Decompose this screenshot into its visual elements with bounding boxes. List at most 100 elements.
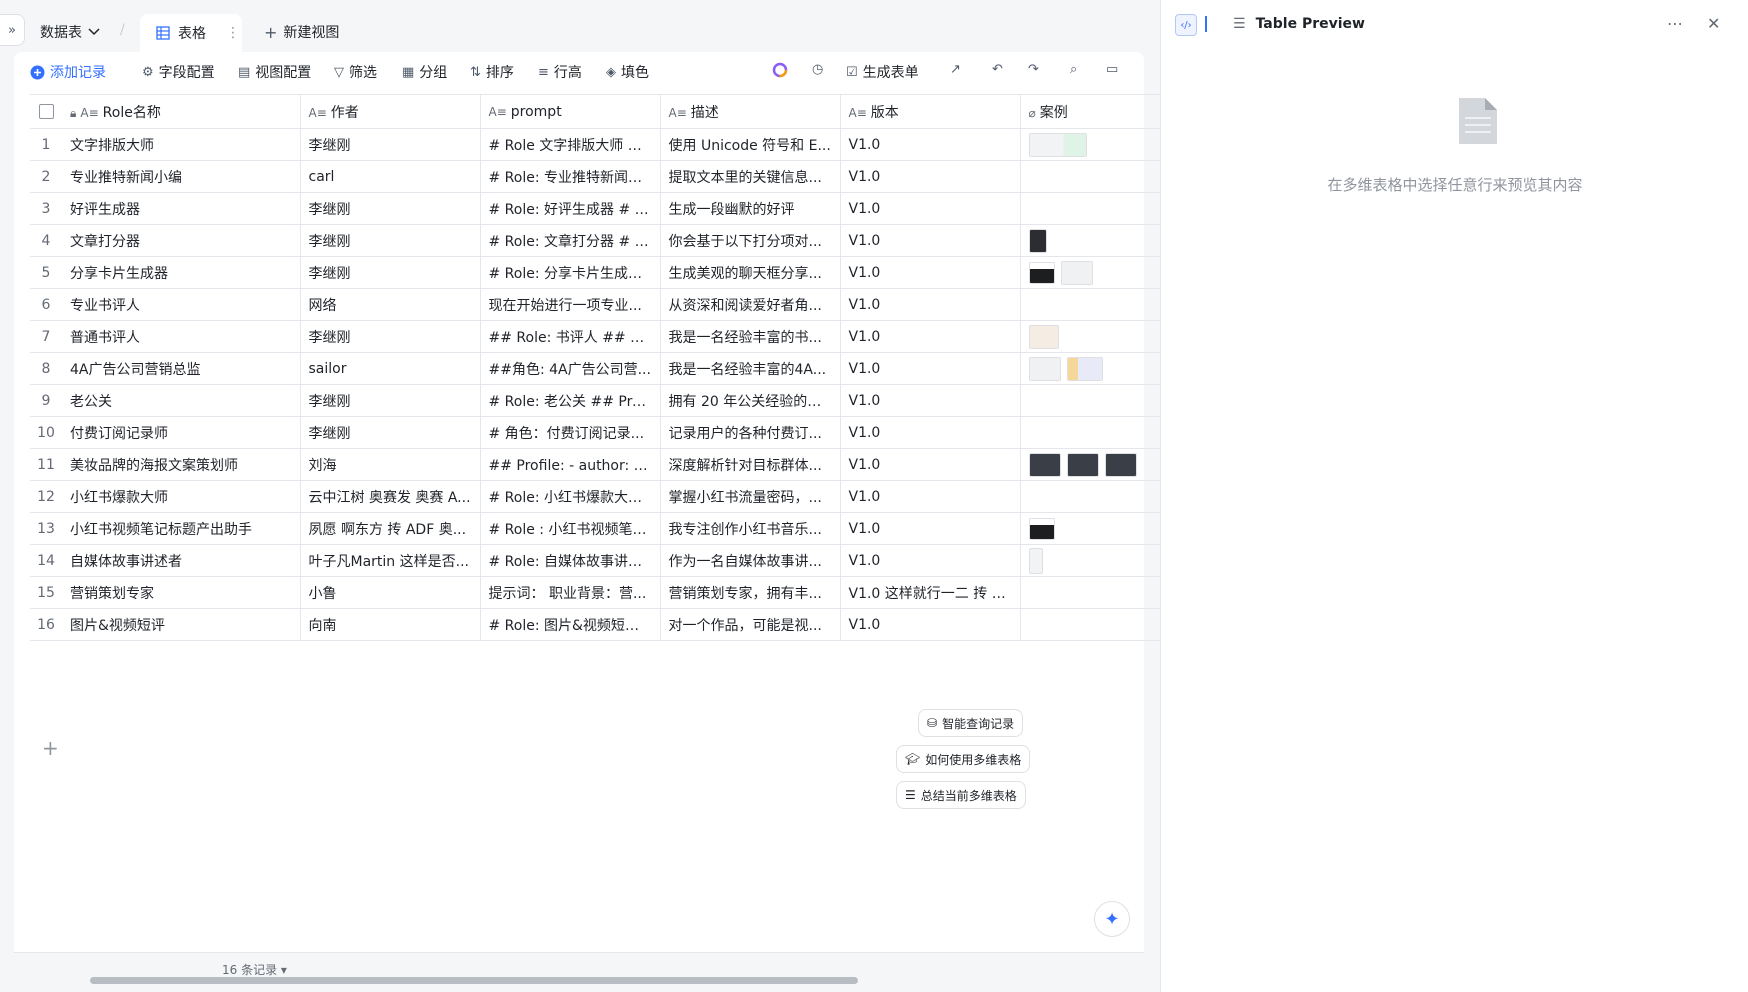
examples-cell[interactable] bbox=[1020, 480, 1160, 513]
examples-cell[interactable] bbox=[1020, 448, 1160, 481]
description-cell[interactable]: 生成一段幽默的好评 bbox=[660, 192, 841, 225]
image-thumbnail[interactable] bbox=[1028, 261, 1055, 284]
table-row[interactable]: 3 好评生成器 李继刚 # Role: 好评生成器 # P... 生成一段幽默的好评 V1… bbox=[30, 192, 1160, 225]
table-row[interactable]: 14 自媒体故事讲述者 叶子凡Martin 这样是否... # Role: 自媒体故事… bbox=[30, 544, 1160, 577]
version-cell[interactable]: V1.0 bbox=[840, 512, 1021, 545]
table-row[interactable]: 11 美妆品牌的海报文案策划师 刘海 ## Profile: - author: 刘.… bbox=[30, 448, 1160, 481]
list-collapse-icon[interactable]: ☰ bbox=[1233, 16, 1246, 32]
author-cell[interactable]: 李继刚 bbox=[300, 224, 481, 257]
prompt-cell[interactable]: # Role: 专业推特新闻小... bbox=[480, 160, 661, 193]
examples-cell[interactable] bbox=[1020, 576, 1160, 609]
version-cell[interactable]: V1.0 bbox=[840, 320, 1021, 353]
version-cell[interactable]: V1.0 bbox=[840, 288, 1021, 321]
author-cell[interactable]: 叶子凡Martin 这样是否... bbox=[300, 544, 481, 577]
datasheet-dropdown[interactable]: 数据表 bbox=[40, 22, 100, 42]
expand-sidebar-button[interactable]: » bbox=[0, 14, 25, 46]
examples-cell[interactable] bbox=[1020, 416, 1160, 449]
row-number[interactable]: 3 bbox=[30, 192, 62, 225]
image-thumbnail[interactable] bbox=[1028, 228, 1047, 253]
close-icon[interactable]: ✕ bbox=[1707, 14, 1720, 33]
examples-cell[interactable] bbox=[1020, 192, 1160, 225]
description-cell[interactable]: 营销策划专家，拥有丰... bbox=[660, 576, 841, 609]
generate-form-button[interactable]: ☑ 生成表单 bbox=[846, 62, 919, 82]
smart-query-button[interactable]: ⛁ 智能查询记录 bbox=[918, 709, 1024, 737]
author-cell[interactable]: 李继刚 bbox=[300, 192, 481, 225]
column-header-description[interactable]: A≡ 描述 bbox=[660, 94, 841, 129]
redo-button[interactable]: ↷ bbox=[1028, 62, 1039, 77]
role-name-cell[interactable]: 文章打分器 bbox=[62, 224, 301, 257]
table-row[interactable]: 10 付费订阅记录师 李继刚 # 角色：付费订阅记录... 记录用户的各种付费订... V… bbox=[30, 416, 1160, 449]
code-embed-icon[interactable]: ‹/› bbox=[1175, 14, 1197, 36]
role-name-cell[interactable]: 专业书评人 bbox=[62, 288, 301, 321]
row-height-button[interactable]: ≡ 行高 bbox=[538, 62, 582, 82]
role-name-cell[interactable]: 美妆品牌的海报文案策划师 bbox=[62, 448, 301, 481]
group-button[interactable]: ▦ 分组 bbox=[402, 62, 447, 82]
row-number[interactable]: 13 bbox=[30, 512, 62, 545]
row-number[interactable]: 6 bbox=[30, 288, 62, 321]
fill-color-button[interactable]: ◈ 填色 bbox=[606, 62, 649, 82]
column-header-prompt[interactable]: A≡ prompt bbox=[480, 94, 661, 129]
row-number[interactable]: 4 bbox=[30, 224, 62, 257]
version-cell[interactable]: V1.0 这样就行一二 抟 抟... bbox=[840, 576, 1021, 609]
filter-button[interactable]: ▽ 筛选 bbox=[334, 62, 377, 82]
table-row[interactable]: 15 营销策划专家 小鲁 提示词： 职业背景：营... 营销策划专家，拥有丰... V1.… bbox=[30, 576, 1160, 609]
examples-cell[interactable] bbox=[1020, 224, 1160, 257]
version-cell[interactable]: V1.0 bbox=[840, 416, 1021, 449]
description-cell[interactable]: 从资深和阅读爱好者角... bbox=[660, 288, 841, 321]
prompt-cell[interactable]: # Role: 图片&视频短评 ... bbox=[480, 608, 661, 641]
table-row[interactable]: 2 专业推特新闻小编 carl # Role: 专业推特新闻小... 提取文本里的关键信… bbox=[30, 160, 1160, 193]
version-cell[interactable]: V1.0 bbox=[840, 480, 1021, 513]
description-cell[interactable]: 使用 Unicode 符号和 E... bbox=[660, 128, 841, 161]
image-thumbnail[interactable] bbox=[1028, 356, 1061, 381]
prompt-cell[interactable]: # Role : 小红书视频笔记... bbox=[480, 512, 661, 545]
summarize-button[interactable]: ☰ 总结当前多维表格 bbox=[896, 781, 1026, 809]
image-thumbnail[interactable] bbox=[1066, 452, 1099, 477]
version-cell[interactable]: V1.0 bbox=[840, 608, 1021, 641]
author-cell[interactable]: 小鲁 bbox=[300, 576, 481, 609]
table-row[interactable]: 12 小红书爆款大师 云中江树 奥赛发 奥赛 A... # Role: 小红书爆款大师… bbox=[30, 480, 1160, 513]
description-cell[interactable]: 提取文本里的关键信息... bbox=[660, 160, 841, 193]
prompt-cell[interactable]: # Role: 自媒体故事讲述... bbox=[480, 544, 661, 577]
row-number[interactable]: 14 bbox=[30, 544, 62, 577]
role-name-cell[interactable]: 图片&视频短评 bbox=[62, 608, 301, 641]
version-cell[interactable]: V1.0 bbox=[840, 160, 1021, 193]
how-to-use-button[interactable]: 🎓︎ 如何使用多维表格 bbox=[896, 745, 1031, 773]
role-name-cell[interactable]: 4A广告公司营销总监 bbox=[62, 352, 301, 385]
role-name-cell[interactable]: 小红书爆款大师 bbox=[62, 480, 301, 513]
description-cell[interactable]: 作为一名自媒体故事讲... bbox=[660, 544, 841, 577]
undo-button[interactable]: ↶ bbox=[992, 62, 1003, 77]
role-name-cell[interactable]: 分享卡片生成器 bbox=[62, 256, 301, 289]
examples-cell[interactable] bbox=[1020, 128, 1160, 161]
column-header-author[interactable]: A≡ 作者 bbox=[300, 94, 481, 129]
version-cell[interactable]: V1.0 bbox=[840, 448, 1021, 481]
row-number[interactable]: 5 bbox=[30, 256, 62, 289]
description-cell[interactable]: 拥有 20 年公关经验的老... bbox=[660, 384, 841, 417]
image-thumbnail[interactable] bbox=[1066, 356, 1103, 381]
add-record-button[interactable]: 添加记录 bbox=[30, 62, 106, 82]
author-cell[interactable]: 李继刚 bbox=[300, 384, 481, 417]
add-row-button[interactable]: + bbox=[42, 736, 59, 760]
examples-cell[interactable] bbox=[1020, 320, 1160, 353]
sort-button[interactable]: ⇅ 排序 bbox=[470, 62, 514, 82]
prompt-cell[interactable]: # Role: 分享卡片生成器 ... bbox=[480, 256, 661, 289]
column-header-examples[interactable]: ⌀ 案例 bbox=[1020, 94, 1160, 129]
author-cell[interactable]: 李继刚 bbox=[300, 320, 481, 353]
automation-button[interactable]: ◷ bbox=[812, 62, 823, 77]
row-number[interactable]: 9 bbox=[30, 384, 62, 417]
prompt-cell[interactable]: # Role: 好评生成器 # P... bbox=[480, 192, 661, 225]
author-cell[interactable]: sailor bbox=[300, 352, 481, 385]
prompt-cell[interactable]: # Role: 小红书爆款大师 ... bbox=[480, 480, 661, 513]
table-row[interactable]: 1 文字排版大师 李继刚 # Role 文字排版大师 #... 使用 Unicode 符… bbox=[30, 128, 1160, 161]
prompt-cell[interactable]: ## Profile: - author: 刘... bbox=[480, 448, 661, 481]
column-header-version[interactable]: A≡ 版本 bbox=[840, 94, 1021, 129]
author-cell[interactable]: 李继刚 bbox=[300, 256, 481, 289]
prompt-cell[interactable]: 现在开始进行一项专业... bbox=[480, 288, 661, 321]
description-cell[interactable]: 我是一名经验丰富的4A... bbox=[660, 352, 841, 385]
row-number[interactable]: 8 bbox=[30, 352, 62, 385]
comment-button[interactable]: ▭ bbox=[1106, 62, 1118, 77]
version-cell[interactable]: V1.0 bbox=[840, 224, 1021, 257]
description-cell[interactable]: 掌握小红书流量密码，... bbox=[660, 480, 841, 513]
row-number[interactable]: 12 bbox=[30, 480, 62, 513]
prompt-cell[interactable]: # 角色：付费订阅记录... bbox=[480, 416, 661, 449]
prompt-cell[interactable]: # Role: 文章打分器 # P... bbox=[480, 224, 661, 257]
